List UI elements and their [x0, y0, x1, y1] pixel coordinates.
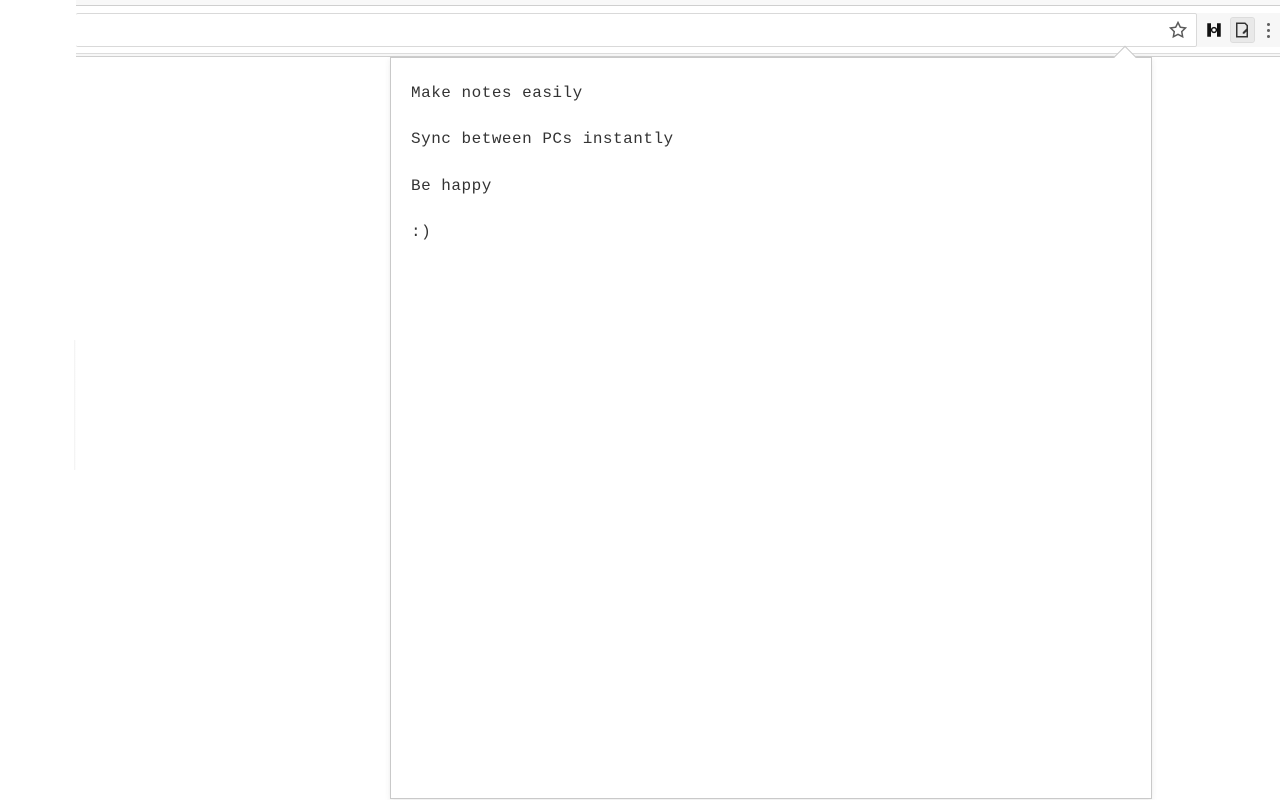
- extensions-strip: [1197, 13, 1280, 47]
- extension-1-button[interactable]: [1203, 18, 1225, 42]
- bookmark-star-button[interactable]: [1166, 18, 1190, 42]
- note-line: Make notes easily: [411, 82, 1131, 104]
- notes-textarea[interactable]: Make notes easily Sync between PCs instan…: [391, 58, 1151, 798]
- notes-extension-icon: [1233, 21, 1251, 39]
- notes-extension-button[interactable]: [1231, 18, 1253, 42]
- star-icon: [1169, 21, 1187, 39]
- note-line: Sync between PCs instantly: [411, 128, 1131, 150]
- toolbar-top-edge: [76, 0, 1280, 6]
- left-edge-shadow: [74, 340, 76, 470]
- browser-menu-button[interactable]: [1258, 13, 1280, 47]
- note-line: Be happy: [411, 175, 1131, 197]
- address-bar[interactable]: [76, 13, 1197, 47]
- extension-popup: Make notes easily Sync between PCs instan…: [390, 57, 1152, 799]
- kebab-menu-icon: [1267, 23, 1270, 38]
- extension-1-icon: [1205, 21, 1223, 39]
- note-line: :): [411, 221, 1131, 243]
